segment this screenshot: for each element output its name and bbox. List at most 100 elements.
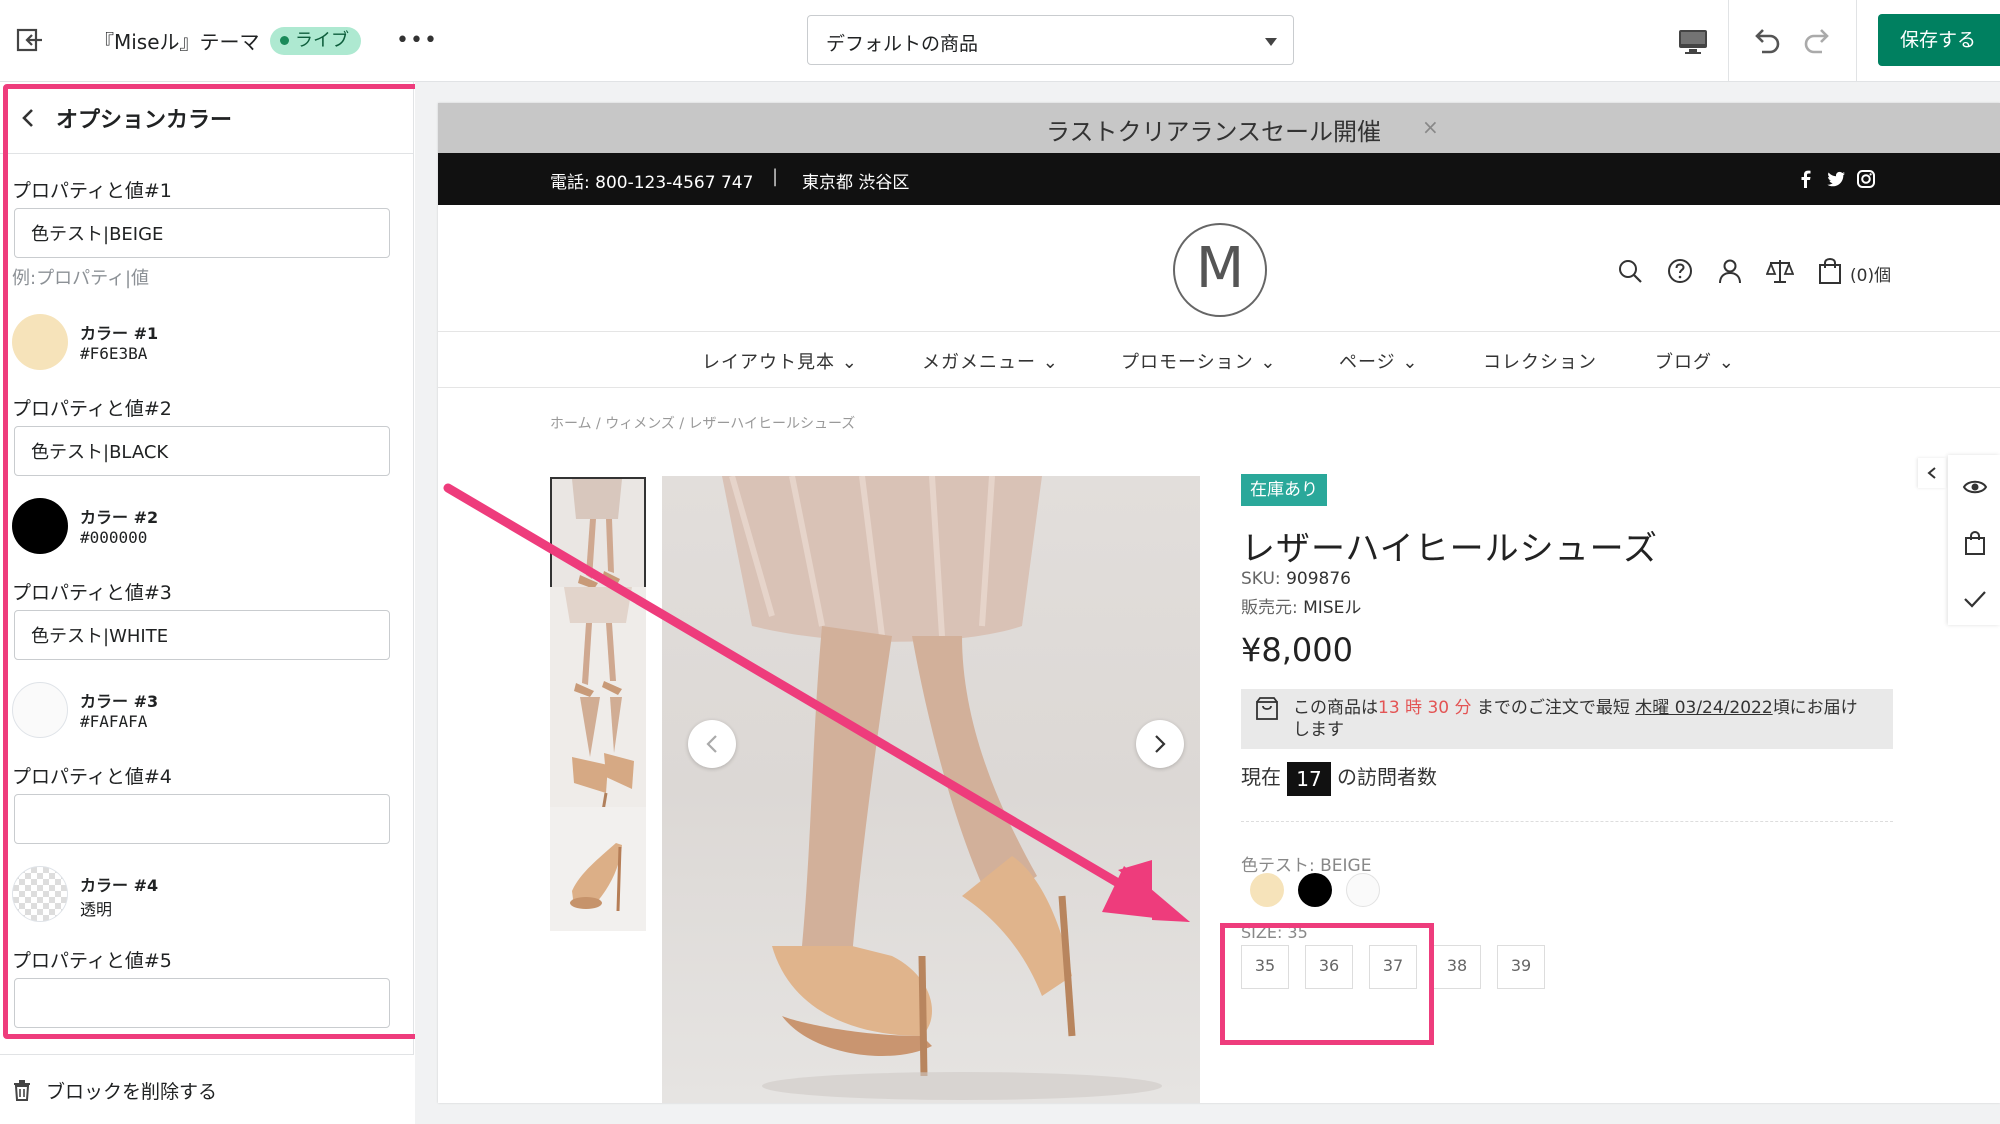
product-thumbnail-3[interactable] (550, 697, 646, 821)
size-option[interactable]: 38 (1433, 945, 1481, 989)
panel-header: オプションカラー (0, 82, 414, 154)
product-title: レザーハイヒールシューズ (1241, 529, 1658, 569)
trash-icon[interactable] (12, 1079, 32, 1101)
variant-swatch-white[interactable] (1346, 873, 1380, 907)
product-thumbnail-1[interactable] (550, 477, 646, 601)
save-button[interactable]: 保存する (1878, 14, 2000, 66)
cart-count[interactable]: (0)個 (1850, 261, 1891, 286)
more-actions-button[interactable]: ••• (396, 28, 438, 53)
size-option[interactable]: 35 (1241, 945, 1289, 989)
delivery-date: 木曜 03/24/2022 (1635, 698, 1773, 718)
store-location: 東京都 渋谷区 (802, 173, 910, 193)
sku-value: 909876 (1286, 569, 1351, 589)
redo-icon[interactable] (1800, 22, 1836, 58)
property-input-4[interactable] (14, 794, 390, 844)
nav-collection[interactable]: コレクション (1483, 348, 1597, 374)
color-hex-3[interactable]: #FAFAFA (80, 712, 147, 731)
back-chevron-icon[interactable] (18, 106, 38, 130)
product-thumbnail-2[interactable] (550, 587, 646, 711)
color-name-4: カラー #4 (80, 876, 159, 895)
live-badge-label: ライブ (295, 30, 349, 51)
delivery-pre: この商品は (1293, 698, 1378, 718)
visitor-counter: 現在 17 の訪問者数 (1241, 761, 1437, 796)
checkmark-icon[interactable] (1962, 586, 1988, 612)
search-icon[interactable] (1616, 257, 1644, 285)
delivery-mid: までのご注文で最短 (1471, 698, 1636, 718)
eye-icon[interactable] (1962, 474, 1988, 500)
in-stock-badge: 在庫あり (1241, 474, 1327, 506)
account-icon[interactable] (1716, 257, 1744, 285)
product-sku: SKU: 909876 (1241, 569, 1351, 589)
variant-swatch-black[interactable] (1298, 873, 1332, 907)
page-template-select[interactable]: デフォルトの商品 (807, 15, 1294, 65)
store-preview: ラストクリアランスセール開催 × 電話: 800-123-4567 747 | … (438, 103, 2000, 1103)
property-label-4: プロパティと値#4 (12, 766, 172, 788)
property-input-1[interactable] (14, 208, 390, 258)
nav-divider (438, 331, 2000, 332)
chevron-right-icon (1155, 735, 1166, 753)
property-label-2: プロパティと値#2 (12, 398, 172, 420)
color-name-3: カラー #3 (80, 692, 159, 711)
color-hex-2[interactable]: #000000 (80, 528, 147, 547)
desktop-preview-icon[interactable] (1676, 24, 1710, 58)
variant-color-label: 色テスト: BEIGE (1241, 856, 1372, 876)
delete-block-button[interactable]: ブロックを削除する (46, 1077, 217, 1104)
property-hint: 例:プロパティ|値 (12, 268, 150, 289)
side-toolbar-toggle[interactable] (1918, 458, 1946, 488)
panel-title: オプションカラー (56, 108, 233, 133)
info-bar: 電話: 800-123-4567 747 | 東京都 渋谷区 (438, 153, 2000, 205)
help-icon[interactable] (1666, 257, 1694, 285)
variant-swatch-beige[interactable] (1250, 873, 1284, 907)
breadcrumb[interactable]: ホーム / ウィメンズ / レザーハイヒールシューズ (550, 413, 855, 433)
facebook-icon[interactable] (1796, 169, 1816, 189)
color-swatch-1[interactable] (12, 314, 68, 370)
color-name-1: カラー #1 (80, 324, 159, 343)
section-divider (1241, 821, 1893, 822)
size-option[interactable]: 37 (1369, 945, 1417, 989)
twitter-icon[interactable] (1826, 169, 1846, 189)
color-hex-4[interactable]: 透明 (80, 896, 112, 920)
store-logo[interactable]: M (1173, 223, 1267, 317)
compare-scale-icon[interactable] (1766, 257, 1794, 285)
carousel-prev-button[interactable] (688, 720, 736, 768)
color-swatch-4[interactable] (12, 866, 68, 922)
announcement-close-button[interactable]: × (1422, 115, 1439, 139)
property-input-5[interactable] (14, 978, 390, 1028)
caret-down-icon (1265, 38, 1277, 46)
info-separator: | (772, 166, 779, 187)
nav-layout-samples[interactable]: レイアウト見本 ⌄ (702, 348, 858, 374)
nav-blog[interactable]: ブログ ⌄ (1655, 348, 1735, 374)
color-swatch-2[interactable] (12, 498, 68, 554)
product-main-image[interactable] (662, 476, 1200, 1103)
property-input-2[interactable] (14, 426, 390, 476)
instagram-icon[interactable] (1856, 169, 1876, 189)
announcement-text: ラストクリアランスセール開催 (1046, 118, 1382, 146)
nav-mega-menu[interactable]: メガメニュー ⌄ (922, 348, 1059, 374)
toolbar-divider (1728, 0, 1729, 82)
product-price: ¥8,000 (1241, 631, 1353, 669)
property-input-3[interactable] (14, 610, 390, 660)
shoe-image-icon (550, 807, 646, 931)
vendor-value[interactable]: MISEル (1303, 598, 1361, 618)
color-swatch-3[interactable] (12, 682, 68, 738)
phone-number[interactable]: 電話: 800-123-4567 747 (550, 168, 753, 193)
visitors-post: の訪問者数 (1337, 765, 1437, 789)
size-option[interactable]: 36 (1305, 945, 1353, 989)
color-name-2: カラー #2 (80, 508, 159, 527)
variant-size-label: SIZE: 35 (1241, 923, 1308, 942)
product-thumbnail-4[interactable] (550, 807, 646, 931)
size-option[interactable]: 39 (1497, 945, 1545, 989)
nav-promotion[interactable]: プロモーション ⌄ (1121, 348, 1276, 374)
toolbar-divider (1856, 0, 1857, 82)
exit-icon[interactable] (14, 24, 46, 56)
cart-bag-icon[interactable] (1816, 257, 1844, 285)
undo-icon[interactable] (1748, 22, 1784, 58)
carousel-next-button[interactable] (1136, 720, 1184, 768)
nav-pages[interactable]: ページ ⌄ (1339, 348, 1418, 374)
color-hex-1[interactable]: #F6E3BA (80, 344, 147, 363)
chevron-left-icon (1927, 467, 1936, 479)
bag-icon[interactable] (1962, 530, 1988, 556)
visitor-count: 17 (1287, 761, 1331, 796)
vendor-label: 販売元: (1241, 598, 1298, 618)
chevron-left-icon (706, 735, 717, 753)
